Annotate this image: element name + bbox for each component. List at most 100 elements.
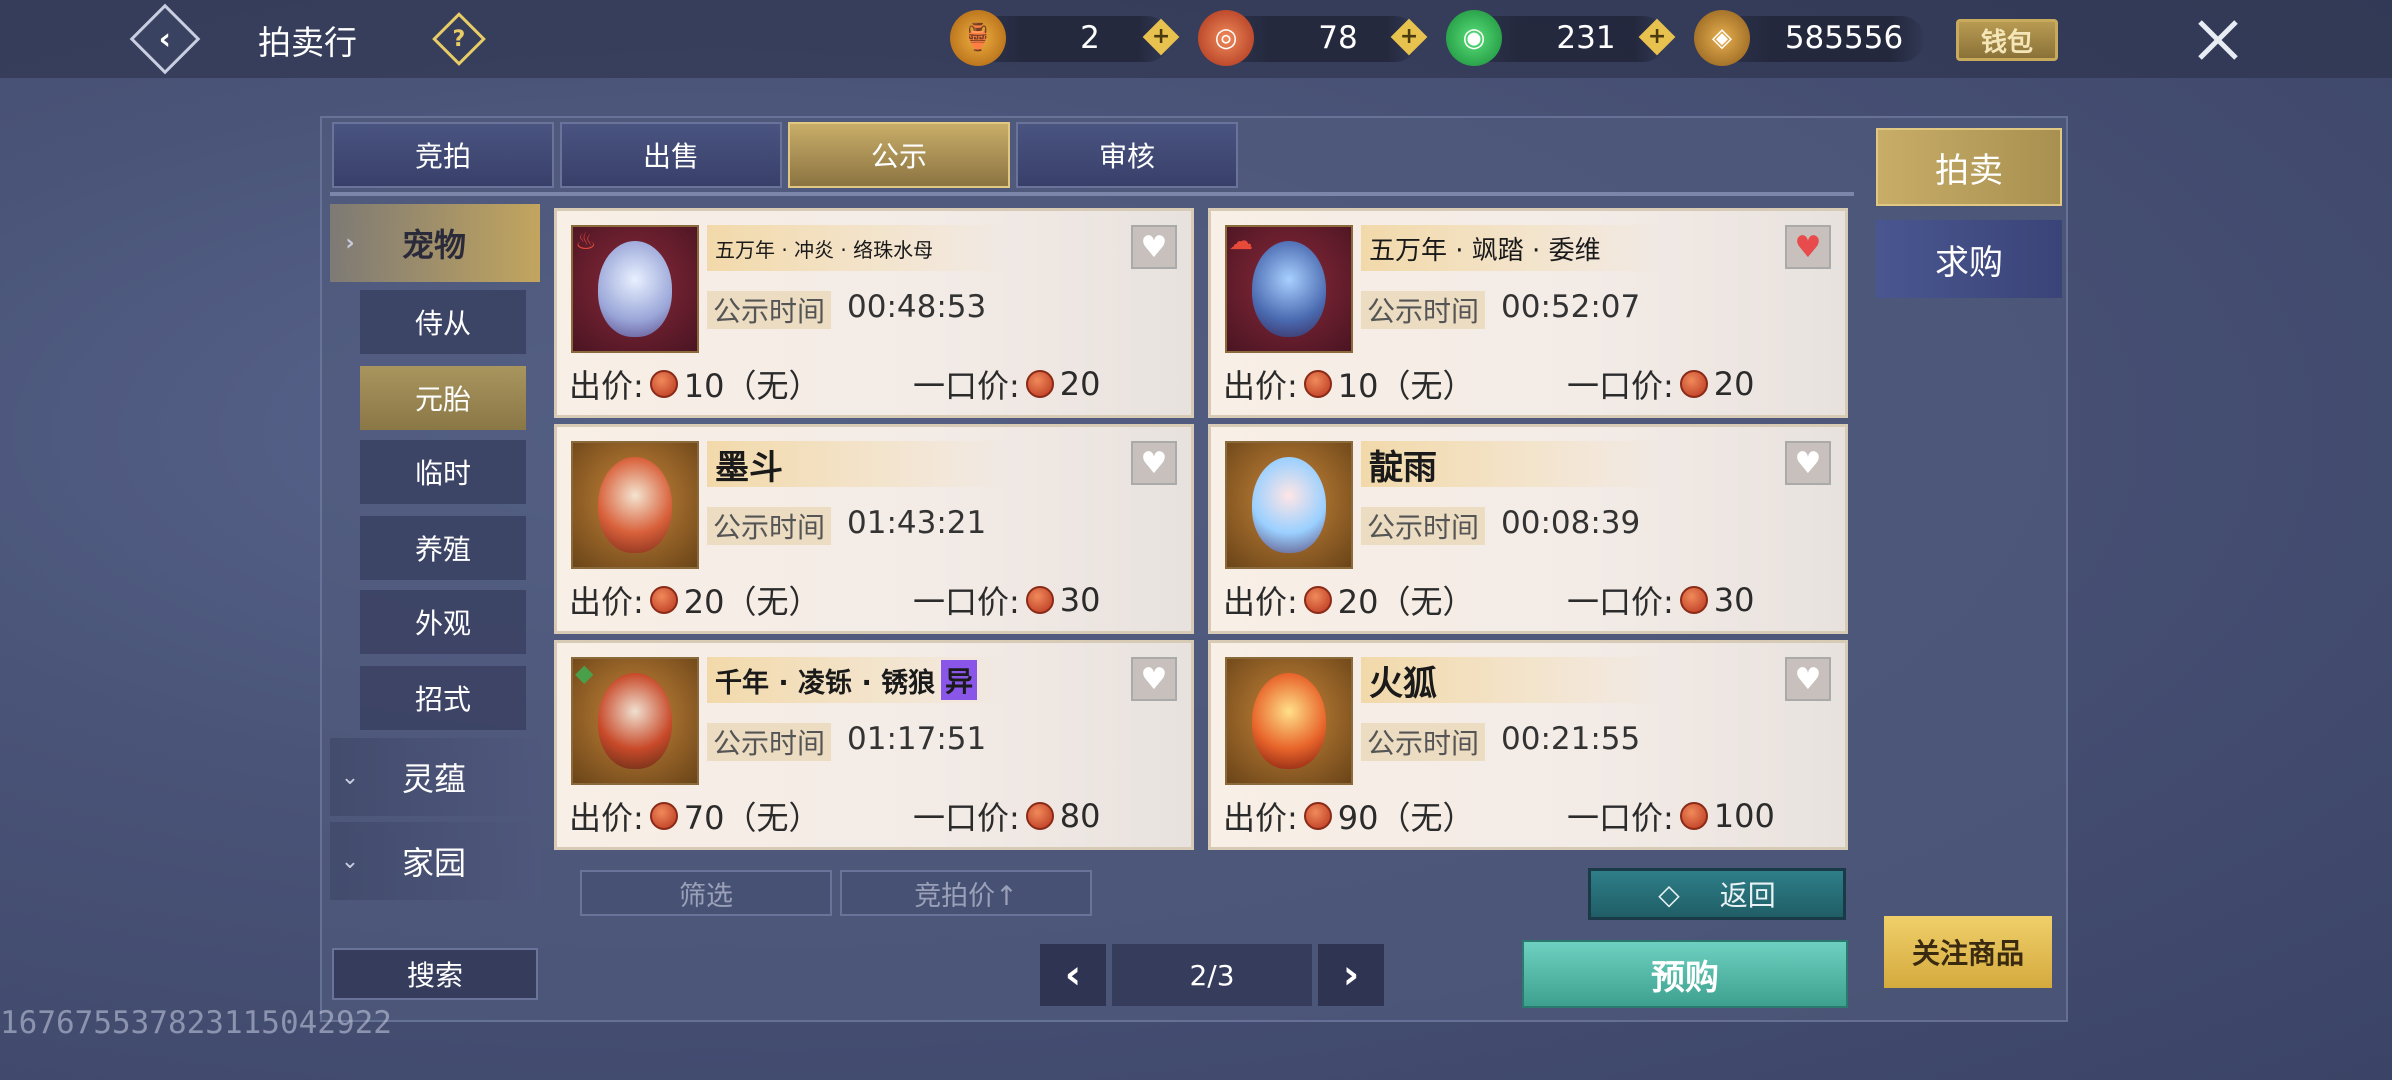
chevron-right-icon: ›: [1342, 952, 1360, 998]
watermark-id: 1676755378231150429​22: [0, 1005, 392, 1041]
wallet-button[interactable]: 钱包: [1956, 19, 2058, 61]
time-value: 00:52:07: [1501, 289, 1641, 325]
listing-card[interactable]: 靛雨 ♥ 公示时间 00:08:39 出价: 20（无） 一口价: 30: [1208, 424, 1848, 634]
time-label: 公示时间: [707, 291, 831, 329]
sidebar-item-embryo[interactable]: 元胎: [360, 366, 526, 430]
bid-value: 10（无）: [1337, 367, 1475, 405]
buyout-label: 一口价:: [913, 583, 1020, 621]
bid-label: 出价:: [1223, 583, 1298, 621]
listing-card[interactable]: ☁ 五万年 · 飒踏 · 委维 ♥ 公示时间 00:52:07 出价: 10（无）…: [1208, 208, 1848, 418]
currency-value: 2: [1080, 20, 1100, 56]
tab-auction[interactable]: 拍卖: [1876, 128, 2062, 206]
page-title: 拍卖行: [258, 23, 357, 62]
time-label: 公示时间: [707, 723, 831, 761]
buyout-value: 30: [1713, 581, 1755, 619]
chevron-left-icon: ‹: [1064, 952, 1082, 998]
red-coin-icon: [1303, 802, 1332, 830]
return-label: 返回: [1719, 879, 1776, 912]
listing-card[interactable]: ♨ 五万年 · 冲炎 · 络珠水母 ♥ 公示时间 00:48:53 出价: 10（…: [554, 208, 1194, 418]
sidebar-category-spirit[interactable]: ⌄ 灵蕴: [330, 738, 540, 816]
category-label: 灵蕴: [402, 760, 467, 798]
favorite-heart-icon[interactable]: ♥: [1131, 225, 1177, 269]
gold-gourd-icon: 🏺: [950, 10, 1006, 66]
close-icon: [2198, 20, 2238, 60]
sidebar-item-skills[interactable]: 招式: [360, 666, 526, 730]
bid-label: 出价:: [1223, 367, 1298, 405]
variant-tag: 异: [941, 660, 978, 700]
buyout-label: 一口价:: [913, 799, 1020, 837]
favorite-heart-icon[interactable]: ♥: [1131, 441, 1177, 485]
red-coin-icon: [1025, 370, 1054, 398]
tab-public[interactable]: 公示: [788, 122, 1010, 188]
buyout-label: 一口价:: [1567, 799, 1674, 837]
return-button[interactable]: ◇ 返回: [1588, 868, 1846, 920]
time-value: 01:43:21: [847, 505, 987, 541]
favorite-heart-icon[interactable]: ♥: [1785, 441, 1831, 485]
item-name: 墨斗: [715, 447, 783, 488]
sidebar-item-attendant[interactable]: 侍从: [360, 290, 526, 354]
favorite-heart-icon[interactable]: ♥: [1785, 657, 1831, 701]
currency-red: ◎ 78 +: [1198, 10, 1428, 66]
bid-value: 90（无）: [1337, 799, 1475, 837]
listing-card[interactable]: 火狐 ♥ 公示时间 00:21:55 出价: 90（无） 一口价: 100: [1208, 640, 1848, 850]
tab-bidding[interactable]: 竞拍: [332, 122, 554, 188]
copper-coin-icon: ◈: [1694, 10, 1750, 66]
sidebar-item-appearance[interactable]: 外观: [360, 590, 526, 654]
tab-review[interactable]: 审核: [1016, 122, 1238, 188]
red-swirl-coin-icon: ◎: [1198, 10, 1254, 66]
red-coin-icon: [1303, 370, 1332, 398]
follow-items-button[interactable]: 关注商品: [1884, 916, 2052, 988]
currency-value: 585556: [1784, 20, 1904, 56]
item-thumbnail: [1225, 657, 1353, 785]
prev-page-button[interactable]: ‹: [1040, 944, 1106, 1006]
buyout-value: 100: [1713, 797, 1775, 835]
tab-sell[interactable]: 出售: [560, 122, 782, 188]
currency-copper: ◈ 585556: [1694, 10, 1924, 66]
currency-jade: ◉ 231 +: [1446, 10, 1676, 66]
red-coin-icon: [649, 802, 678, 830]
listing-card[interactable]: ◆ 千年 · 凌铄 · 锈狼异 ♥ 公示时间 01:17:51 出价: 70（无）…: [554, 640, 1194, 850]
sort-bid-price-button[interactable]: 竞拍价↑: [840, 870, 1092, 916]
red-coin-icon: [649, 370, 678, 398]
buyout-value: 20: [1059, 365, 1101, 403]
preorder-button[interactable]: 预购: [1522, 940, 1848, 1008]
filter-button[interactable]: 筛选: [580, 870, 832, 916]
sidebar-category-home[interactable]: ⌄ 家园: [330, 822, 540, 900]
buyout-value: 20: [1713, 365, 1755, 403]
chevron-down-icon: ⌄: [340, 764, 360, 790]
wind-icon: ☁: [1229, 227, 1253, 255]
item-thumbnail: [571, 441, 699, 569]
item-name: 靛雨: [1369, 447, 1437, 488]
time-value: 00:21:55: [1501, 721, 1641, 757]
close-button[interactable]: [2186, 8, 2250, 72]
sidebar-item-breeding[interactable]: 养殖: [360, 516, 526, 580]
page-indicator: 2/3: [1112, 944, 1312, 1006]
chevron-down-icon: ⌄: [340, 848, 360, 874]
sidebar-category-pet[interactable]: › 宠物: [330, 204, 540, 282]
item-name: 五万年 · 冲炎 · 络珠水母: [715, 237, 934, 262]
search-button[interactable]: 搜索: [332, 948, 538, 1000]
time-label: 公示时间: [1361, 507, 1485, 545]
red-coin-icon: [1679, 370, 1708, 398]
item-name: 火狐: [1369, 663, 1437, 704]
back-button[interactable]: ‹: [129, 3, 201, 75]
favorite-heart-icon[interactable]: ♥: [1131, 657, 1177, 701]
chevron-left-icon: ‹: [158, 21, 172, 57]
time-label: 公示时间: [1361, 723, 1485, 761]
favorite-heart-icon[interactable]: ♥: [1785, 225, 1831, 269]
next-page-button[interactable]: ›: [1318, 944, 1384, 1006]
green-jade-icon: ◉: [1446, 10, 1502, 66]
time-value: 00:08:39: [1501, 505, 1641, 541]
bid-label: 出价:: [569, 583, 644, 621]
bid-label: 出价:: [1223, 799, 1298, 837]
currency-gourd: 🏺 2 +: [950, 10, 1180, 66]
sidebar-item-temporary[interactable]: 临时: [360, 440, 526, 504]
bid-value: 70（无）: [683, 799, 821, 837]
tab-wanted[interactable]: 求购: [1876, 220, 2062, 298]
bid-value: 10（无）: [683, 367, 821, 405]
listing-card[interactable]: 墨斗 ♥ 公示时间 01:43:21 出价: 20（无） 一口价: 30: [554, 424, 1194, 634]
item-thumbnail: [1225, 441, 1353, 569]
time-value: 00:48:53: [847, 289, 987, 325]
bid-value: 20（无）: [1337, 583, 1475, 621]
fire-icon: ♨: [575, 227, 597, 255]
